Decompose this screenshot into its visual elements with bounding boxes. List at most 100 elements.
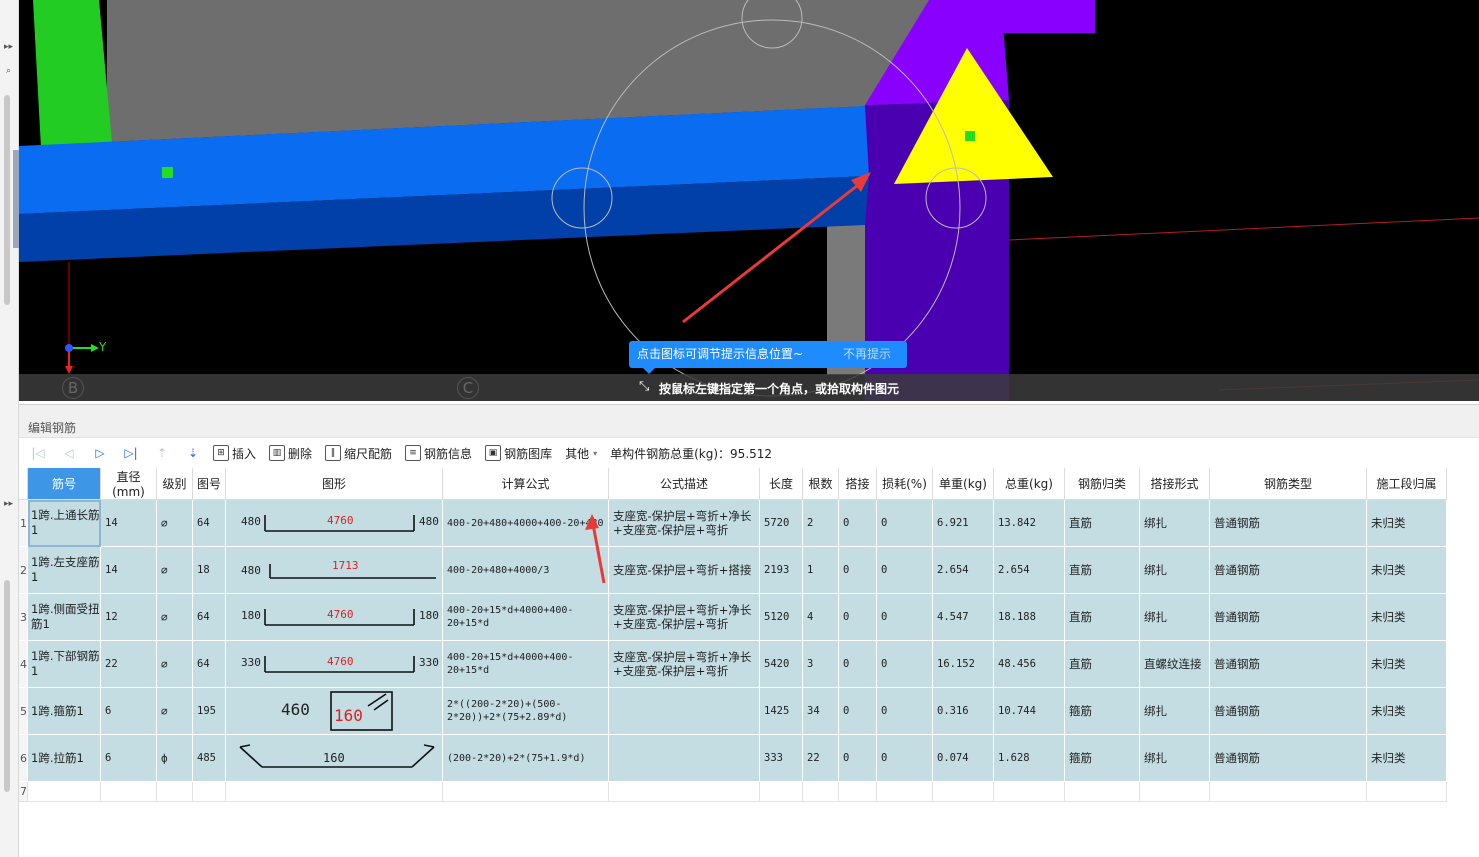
cell-diameter[interactable]: 12 [100,593,157,641]
cell-length[interactable]: 5420 [759,640,803,688]
empty-cell[interactable] [442,781,609,802]
cell-total-weight[interactable]: 13.842 [993,499,1065,547]
cell-lap[interactable]: 0 [838,593,877,641]
cell-rebar-type[interactable]: 普通钢筋 [1209,640,1367,688]
move-up-icon[interactable]: ⇡ [151,443,173,463]
empty-cell[interactable] [192,781,226,802]
row-number[interactable]: 5 [19,687,28,735]
cell-figure-no[interactable]: 18 [192,546,226,594]
cell-stage[interactable]: 未归类 [1366,640,1447,688]
cell-category[interactable]: 箍筋 [1064,734,1140,782]
cell-lap-type[interactable]: 绑扎 [1139,546,1210,594]
search-icon[interactable]: ⌕ [1,62,16,80]
cell-formula[interactable]: 400-20+15*d+4000+400-20+15*d [442,640,609,688]
cell-length[interactable]: 333 [759,734,803,782]
cell-total-weight[interactable]: 1.628 [993,734,1065,782]
table-row[interactable]: 3 1跨.侧面受扭筋1 12 ⌀ 64 180 4760 180 400-20+15*d+400… [19,593,1447,641]
cell-bar-name[interactable]: 1跨.左支座筋1 [27,546,101,594]
cell-unit-weight[interactable]: 2.654 [932,546,994,594]
cell-lap[interactable]: 0 [838,499,877,547]
cell-stage[interactable]: 未归类 [1366,593,1447,641]
cell-shape[interactable]: 480 1713 [225,546,443,594]
table-row[interactable]: 2 1跨.左支座筋1 14 ⌀ 18 480 1713 400-20+480+4000/3 支座… [19,546,1447,594]
cell-lap[interactable]: 0 [838,546,877,594]
cell-diameter[interactable]: 14 [100,546,157,594]
cell-count[interactable]: 34 [802,687,839,735]
cell-diameter[interactable]: 22 [100,640,157,688]
col-header[interactable]: 钢筋类型 [1209,468,1367,500]
move-down-icon[interactable]: ⇣ [182,443,204,463]
cell-grade[interactable]: ф [156,734,193,782]
prev-record-icon[interactable]: ◁ [58,443,80,463]
last-record-icon[interactable]: ▷| [120,443,142,463]
cell-formula-desc[interactable]: 支座宽-保护层+弯折+搭接 [608,546,760,594]
cell-diameter[interactable]: 6 [100,687,157,735]
cell-total-weight[interactable]: 10.744 [993,687,1065,735]
col-header[interactable]: 计算公式 [442,468,609,500]
col-header[interactable]: 公式描述 [608,468,760,500]
other-dropdown[interactable]: 其他 ▾ [565,445,597,462]
expand-icon-lower[interactable]: ▸▸ [1,495,16,513]
col-header[interactable]: 施工段归属 [1366,468,1447,500]
cell-loss[interactable]: 0 [876,593,933,641]
cell-rebar-type[interactable]: 普通钢筋 [1209,734,1367,782]
empty-cell[interactable] [27,781,101,802]
col-header[interactable]: 搭接形式 [1139,468,1210,500]
cell-bar-name[interactable]: 1跨.下部钢筋1 [27,640,101,688]
cell-loss[interactable]: 0 [876,687,933,735]
3d-viewport[interactable]: Y B C ⤡ 按鼠标左键指定第一个角点，或拾取构件图元 点击图标可调节提示信息… [19,0,1479,401]
cell-category[interactable]: 直筋 [1064,593,1140,641]
cell-formula[interactable]: 400-20+480+4000/3 [442,546,609,594]
dismiss-tip-link[interactable]: 不再提示 [835,341,891,368]
empty-cell[interactable] [802,781,839,802]
cell-total-weight[interactable]: 18.188 [993,593,1065,641]
cell-rebar-type[interactable]: 普通钢筋 [1209,687,1367,735]
cell-formula[interactable]: 400-20+15*d+4000+400-20+15*d [442,593,609,641]
cell-unit-weight[interactable]: 6.921 [932,499,994,547]
empty-cell[interactable] [100,781,157,802]
cell-formula-desc[interactable]: 支座宽-保护层+弯折+净长+支座宽-保护层+弯折 [608,499,760,547]
cell-category[interactable]: 直筋 [1064,499,1140,547]
cell-length[interactable]: 1425 [759,687,803,735]
cell-bar-name[interactable]: 1跨.箍筋1 [27,687,101,735]
empty-cell[interactable] [993,781,1065,802]
empty-cell[interactable] [608,781,760,802]
scrollbar-thumb-lower[interactable] [4,580,10,792]
empty-cell[interactable] [932,781,994,802]
cell-grade[interactable]: ⌀ [156,499,193,547]
cell-count[interactable]: 4 [802,593,839,641]
col-header[interactable]: 总重(kg) [993,468,1065,500]
empty-cell[interactable] [1366,781,1447,802]
empty-cell[interactable] [759,781,803,802]
cell-loss[interactable]: 0 [876,546,933,594]
scale-rebar-button[interactable]: ‖ 缩尺配筋 [325,445,392,462]
empty-cell[interactable] [1139,781,1210,802]
empty-cell[interactable] [838,781,877,802]
row-number[interactable]: 1 [19,499,28,547]
empty-cell[interactable] [225,781,443,802]
cell-rebar-type[interactable]: 普通钢筋 [1209,546,1367,594]
cell-figure-no[interactable]: 485 [192,734,226,782]
rebar-library-button[interactable]: ▣ 钢筋图库 [485,445,552,462]
cell-shape[interactable]: 180 4760 180 [225,593,443,641]
cell-category[interactable]: 直筋 [1064,640,1140,688]
cell-lap[interactable]: 0 [838,640,877,688]
row-number[interactable]: 3 [19,593,28,641]
cell-unit-weight[interactable]: 0.316 [932,687,994,735]
table-row[interactable]: 4 1跨.下部钢筋1 22 ⌀ 64 330 4760 330 400-20+15*d+4000… [19,640,1447,688]
cell-count[interactable]: 2 [802,499,839,547]
col-header[interactable]: 钢筋归类 [1064,468,1140,500]
cell-count[interactable]: 1 [802,546,839,594]
cell-formula-desc[interactable] [608,734,760,782]
row-number[interactable]: 2 [19,546,28,594]
cell-figure-no[interactable]: 64 [192,640,226,688]
empty-cell[interactable] [1209,781,1367,802]
cell-count[interactable]: 22 [802,734,839,782]
panel-splitter-handle[interactable] [720,397,820,401]
delete-button[interactable]: ▥ 删除 [269,445,312,462]
cell-shape[interactable]: 480 4760 480 [225,499,443,547]
col-header[interactable]: 图号 [192,468,226,500]
cell-formula-desc[interactable]: 支座宽-保护层+弯折+净长+支座宽-保护层+弯折 [608,593,760,641]
row-number[interactable]: 6 [19,734,28,782]
col-header[interactable]: 单重(kg) [932,468,994,500]
